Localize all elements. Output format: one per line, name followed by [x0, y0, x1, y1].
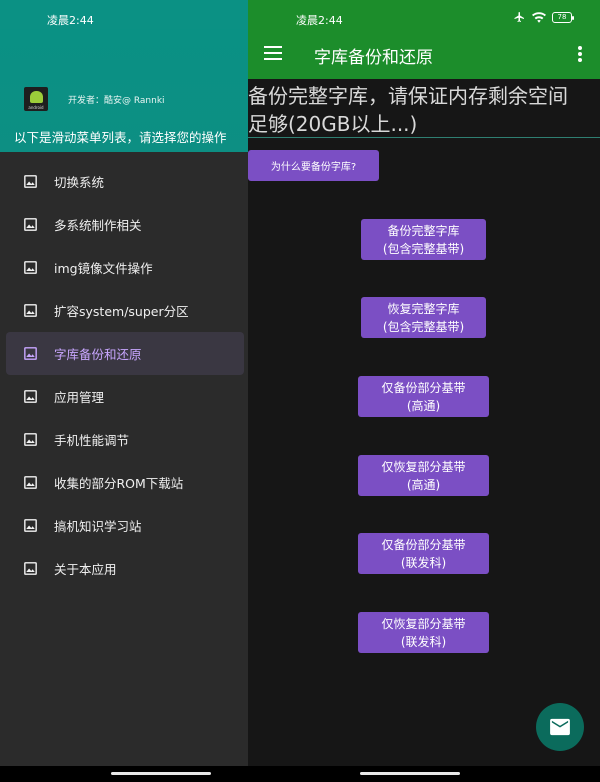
battery-indicator: 78 — [552, 11, 574, 23]
image-icon — [24, 390, 37, 403]
restore-baseband-mtk-button[interactable]: 仅恢复部分基带 (联发科) — [358, 612, 489, 653]
status-icons: 78 — [513, 11, 574, 23]
image-icon — [24, 218, 37, 231]
backup-full-font-button[interactable]: 备份完整字库 (包含完整基带) — [361, 219, 486, 260]
airplane-icon — [514, 12, 524, 22]
button-line-1: 恢复完整字库 — [387, 301, 460, 316]
navigation-drawer: android 开发者：酷安@ Rannki 以下是滑动菜单列表，请选择您的操作… — [0, 29, 248, 782]
menu-item-font-backup[interactable]: 字库备份和还原 — [6, 332, 244, 375]
status-bar-right: 凌晨2:44 78 — [248, 0, 600, 29]
button-line-2: (联发科) — [400, 634, 447, 649]
screen: 凌晨2:44 凌晨2:44 78 android 开发者：酷安@ Rannki … — [0, 0, 600, 782]
menu-item-label: 扩容system/super分区 — [54, 304, 189, 319]
menu-item-label: 收集的部分ROM下载站 — [54, 476, 184, 491]
status-bar: 凌晨2:44 凌晨2:44 78 — [0, 0, 600, 29]
status-time-left: 凌晨2:44 — [47, 14, 94, 27]
app-bar: 字库备份和还原 — [248, 29, 600, 79]
image-icon — [24, 304, 37, 317]
restore-full-font-button[interactable]: 恢复完整字库 (包含完整基带) — [361, 297, 486, 338]
main-content: 备份完整字库，请保证内存剩余空间 足够(20GB以上...) 为什么要备份字库?… — [248, 79, 600, 782]
logo-text: android — [28, 105, 44, 110]
wifi-icon — [532, 11, 546, 23]
button-line-2: (包含完整基带) — [382, 241, 465, 256]
menu-item-performance[interactable]: 手机性能调节 — [0, 418, 248, 461]
why-backup-button[interactable]: 为什么要备份字库? — [248, 150, 379, 181]
headline-line-1: 备份完整字库，请保证内存剩余空间 — [248, 84, 568, 108]
headline-divider — [248, 137, 600, 138]
button-line-2: (联发科) — [400, 555, 447, 570]
menu-item-switch-system[interactable]: 切换系统 — [0, 160, 248, 203]
gesture-handle-right[interactable] — [360, 772, 460, 775]
menu-item-label: 应用管理 — [54, 390, 105, 405]
drawer-subtitle: 以下是滑动菜单列表，请选择您的操作 — [14, 130, 227, 145]
system-navigation-bar — [0, 766, 600, 782]
developer-credit: 开发者：酷安@ Rannki — [68, 96, 165, 106]
image-icon — [24, 347, 37, 360]
menu-item-label: 关于本应用 — [54, 562, 117, 577]
button-line-1: 仅恢复部分基带 — [381, 616, 466, 631]
drawer-menu-list: 切换系统 多系统制作相关 img镜像文件操作 扩容system/super分区 … — [0, 160, 248, 590]
button-line-1: 仅备份部分基带 — [381, 537, 466, 552]
backup-headline: 备份完整字库，请保证内存剩余空间 足够(20GB以上...) — [248, 82, 600, 138]
menu-item-knowledge[interactable]: 搞机知识学习站 — [0, 504, 248, 547]
image-icon — [24, 519, 37, 532]
image-icon — [24, 476, 37, 489]
menu-item-rom-download[interactable]: 收集的部分ROM下载站 — [0, 461, 248, 504]
image-icon — [24, 175, 37, 188]
gesture-handle-left[interactable] — [111, 772, 211, 775]
mail-icon — [550, 718, 570, 736]
button-line-1: 仅恢复部分基带 — [381, 459, 466, 474]
menu-item-label: 切换系统 — [54, 175, 105, 190]
button-line-1: 备份完整字库 — [387, 223, 460, 238]
menu-item-label: img镜像文件操作 — [54, 261, 153, 276]
menu-item-expand-partition[interactable]: 扩容system/super分区 — [0, 289, 248, 332]
backup-baseband-qualcomm-button[interactable]: 仅备份部分基带 (高通) — [358, 376, 489, 417]
menu-item-app-management[interactable]: 应用管理 — [0, 375, 248, 418]
menu-item-img-operations[interactable]: img镜像文件操作 — [0, 246, 248, 289]
menu-item-multi-system[interactable]: 多系统制作相关 — [0, 203, 248, 246]
app-logo: android — [24, 87, 48, 111]
image-icon — [24, 433, 37, 446]
status-time-right: 凌晨2:44 — [296, 14, 343, 27]
menu-item-label: 搞机知识学习站 — [54, 519, 142, 534]
restore-baseband-qualcomm-button[interactable]: 仅恢复部分基带 (高通) — [358, 455, 489, 496]
menu-item-about[interactable]: 关于本应用 — [0, 547, 248, 590]
backup-baseband-mtk-button[interactable]: 仅备份部分基带 (联发科) — [358, 533, 489, 574]
hamburger-menu-icon[interactable] — [264, 46, 282, 60]
menu-item-label: 多系统制作相关 — [54, 218, 142, 233]
more-options-icon[interactable] — [578, 46, 582, 62]
android-icon — [29, 91, 43, 103]
menu-item-label: 手机性能调节 — [54, 433, 130, 448]
status-bar-left: 凌晨2:44 — [0, 0, 248, 29]
page-title: 字库备份和还原 — [314, 48, 433, 68]
button-line-2: (高通) — [406, 398, 441, 413]
button-line-2: (包含完整基带) — [382, 319, 465, 334]
headline-line-2: 足够(20GB以上...) — [248, 112, 418, 136]
image-icon — [24, 261, 37, 274]
button-line-1: 仅备份部分基带 — [381, 380, 466, 395]
mail-fab[interactable] — [536, 703, 584, 751]
button-line-2: (高通) — [406, 477, 441, 492]
drawer-header: android 开发者：酷安@ Rannki 以下是滑动菜单列表，请选择您的操作 — [0, 29, 248, 152]
image-icon — [24, 562, 37, 575]
menu-item-label: 字库备份和还原 — [54, 347, 142, 362]
